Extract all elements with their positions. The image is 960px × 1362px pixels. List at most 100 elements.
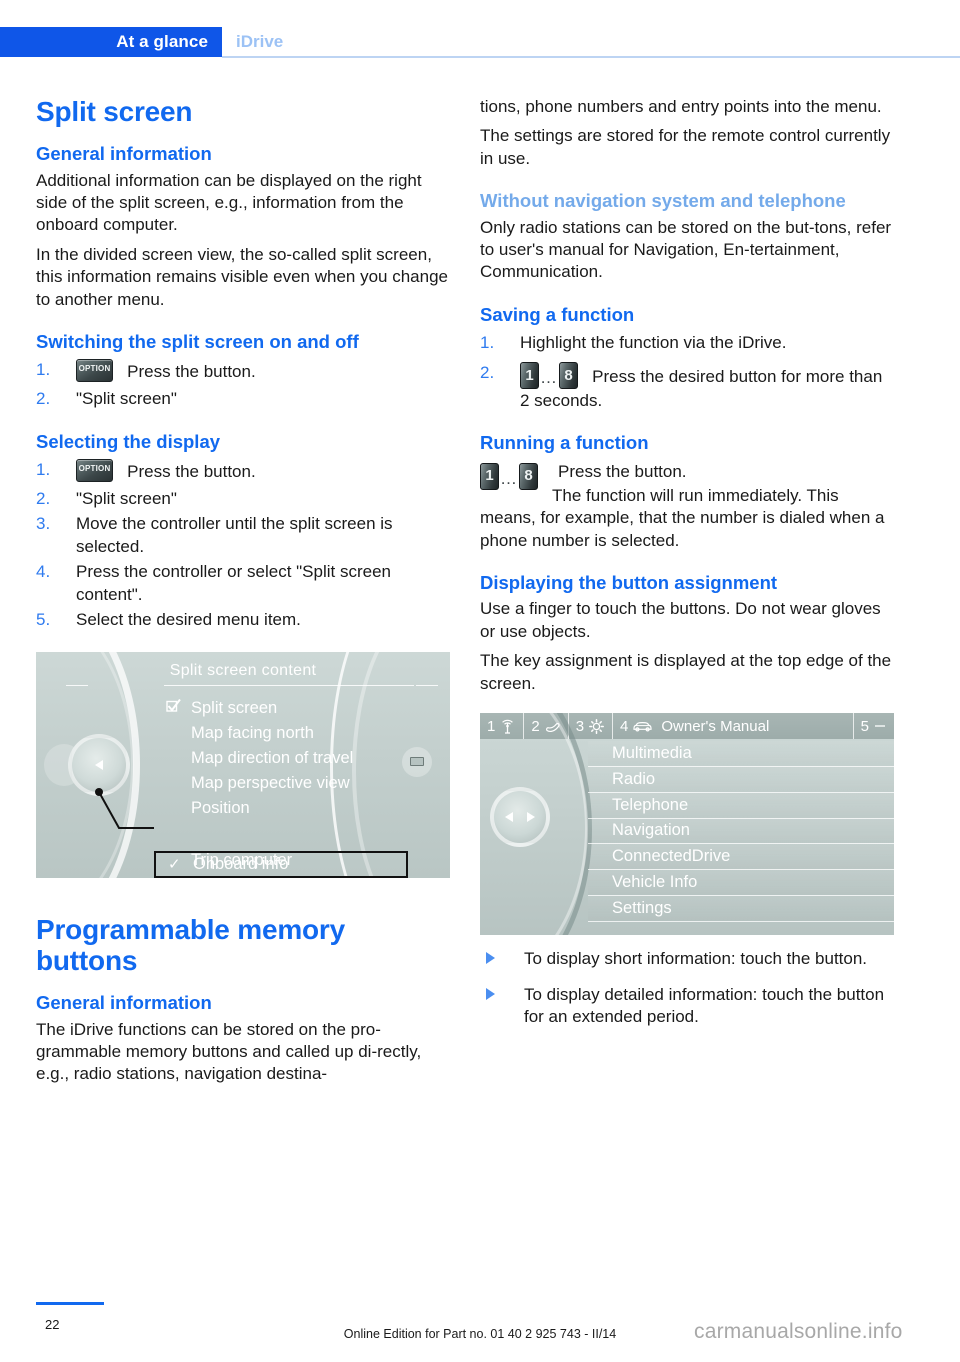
list-item-label: Map perspective view — [191, 773, 350, 792]
list-item[interactable]: Telephone — [588, 792, 894, 819]
screen-side-button[interactable] — [402, 746, 432, 777]
list-item[interactable]: Navigation — [588, 818, 894, 845]
right-column: tions, phone numbers and entry points in… — [480, 96, 894, 1029]
list-item-label: ConnectedDrive — [612, 847, 731, 866]
list-item[interactable]: Settings — [588, 895, 894, 922]
tab-at-a-glance-label: At a glance — [116, 32, 208, 51]
list-item: To display detailed information: touch t… — [480, 984, 894, 1029]
heading-running-a-function: Running a function — [480, 432, 649, 454]
heading-saving-a-function: Saving a function — [480, 303, 635, 325]
dash-icon — [873, 719, 887, 733]
bullet-text: To display short information: touch the … — [524, 949, 868, 969]
list-selecting-steps: 1. OPTION Press the button. 2. "Split sc… — [36, 458, 450, 632]
manual-page: At a glance iDrive Split screen General … — [0, 0, 960, 1362]
figure-main-menu: 1 2 3 4 Owner's Manual 5 Multimedia Radi… — [480, 713, 894, 936]
figure-title-rule-right — [416, 684, 438, 687]
memory-slot-3[interactable]: 3 — [569, 713, 614, 740]
slot-number: 4 — [620, 717, 629, 735]
tab-at-a-glance[interactable]: At a glance — [0, 27, 222, 57]
step-number: 3. — [36, 514, 51, 534]
list-item-label: Vehicle Info — [612, 873, 698, 892]
step-text: Move the controller until the split scre… — [76, 514, 393, 556]
checkbox-checked-icon — [166, 699, 191, 717]
tab-idrive-label: iDrive — [236, 32, 284, 51]
checkbox-checked-svg — [166, 699, 181, 712]
list-item: 4. Press the controller or select "Split… — [36, 561, 450, 606]
step-text: Press the button. — [127, 362, 256, 382]
heading-displaying-button-assignment: Displaying the button assignment — [480, 572, 778, 594]
step-text: "Split screen" — [76, 488, 177, 508]
paragraph-key-assignment: The key assignment is displayed at the t… — [480, 651, 892, 693]
watermark: carmanualsonline.info — [694, 1320, 903, 1343]
page-title: Split screen — [36, 96, 193, 127]
arrow-left-icon — [505, 812, 513, 823]
list-item: 1. OPTION Press the button. — [36, 359, 450, 385]
list-item[interactable]: Map perspective view — [166, 771, 353, 796]
paragraph-memory-general: The iDrive functions can be stored on th… — [36, 1019, 422, 1084]
list-item: 1. OPTION Press the button. — [36, 458, 450, 485]
list-item: 2. "Split screen" — [36, 488, 450, 510]
heading-general-information: General information — [36, 143, 212, 165]
memory-slot-4[interactable]: 4 Owner's Manual — [613, 713, 854, 740]
option-button-icon: OPTION — [76, 458, 113, 482]
list-item[interactable]: ConnectedDrive — [588, 844, 894, 871]
car-icon — [632, 719, 653, 733]
left-column: Split screen General information Additio… — [36, 96, 450, 1086]
list-item-label: Multimedia — [612, 744, 692, 763]
list-item-label: Radio — [612, 769, 656, 788]
memory-button-8-icon: 8 — [519, 462, 538, 490]
footer-divider — [36, 1302, 104, 1305]
idrive-controller-knob[interactable] — [490, 787, 550, 848]
ellipsis-icon: … — [500, 468, 518, 488]
step-number: 2. — [480, 363, 495, 383]
step-number: 5. — [36, 610, 51, 630]
check-icon: ✓ — [168, 856, 181, 874]
section-title-programmable-memory-buttons: Programmable memory buttons — [36, 913, 345, 976]
list-item-label: Map facing north — [191, 723, 314, 742]
list-item-highlighted[interactable]: ✓ Onboard info — [154, 850, 408, 878]
list-item: 3. Move the controller until the split s… — [36, 513, 450, 558]
slot-number: 3 — [575, 717, 585, 735]
list-saving-steps: 1. Highlight the function via the iDrive… — [480, 332, 894, 412]
list-item[interactable]: Multimedia — [588, 741, 894, 767]
step-text: Highlight the function via the iDrive. — [520, 333, 787, 352]
figure-title-rule — [164, 684, 414, 687]
memory-button-1-icon: 1 — [480, 462, 499, 490]
list-item[interactable]: Split screen — [166, 696, 353, 721]
text-function-runs-immediately: The function will run immediately. This … — [480, 485, 885, 550]
page-header: At a glance iDrive — [0, 27, 960, 57]
step-number: 1. — [36, 459, 51, 479]
list-switching-steps: 1. OPTION Press the button. 2. "Split sc… — [36, 359, 450, 410]
list-item: 1. Highlight the function via the iDrive… — [480, 332, 894, 354]
option-button-icon: OPTION — [76, 359, 113, 383]
step-number: 2. — [36, 389, 51, 409]
step-text: "Split screen" — [76, 389, 177, 409]
step-text: Select the desired menu item. — [76, 610, 301, 630]
paragraph-settings-stored: The settings are stored for the remote c… — [480, 126, 891, 168]
tab-idrive[interactable]: iDrive — [236, 27, 283, 57]
list-item[interactable]: Map direction of travel — [166, 746, 353, 771]
list-item-label: Split screen — [191, 698, 278, 717]
step-number: 4. — [36, 562, 51, 582]
list-item[interactable]: Vehicle Info — [588, 870, 894, 896]
list-item[interactable]: Map facing north — [166, 721, 353, 746]
list-item[interactable]: Radio — [588, 766, 894, 793]
figure-title: Split screen content — [169, 661, 317, 679]
list-item-label: Navigation — [612, 821, 690, 840]
figure-menu-list: Multimedia Radio Telephone Navigation Co… — [588, 741, 894, 922]
list-item[interactable]: Position — [166, 796, 353, 821]
step-number: 2. — [36, 488, 51, 508]
memory-button-8-icon: 8 — [559, 362, 578, 390]
memory-slot-5[interactable]: 5 — [854, 713, 894, 739]
list-item-label: Telephone — [612, 795, 689, 814]
list-item-label: Map direction of travel — [191, 748, 354, 767]
figure-title-rule-left — [66, 684, 88, 687]
list-item-label: Onboard info — [193, 854, 289, 873]
list-item: 2. 1… 8 Press the desired button for more… — [480, 362, 894, 412]
idrive-controller-knob[interactable] — [68, 733, 130, 796]
memory-button-range-icon: 1… 8 — [480, 462, 538, 490]
arrow-right-icon — [527, 812, 535, 823]
header-divider — [222, 56, 960, 58]
paragraph-without-navigation: Only radio stations can be stored on the… — [480, 217, 892, 282]
bullet-text: To display detailed information: touch t… — [524, 984, 885, 1027]
